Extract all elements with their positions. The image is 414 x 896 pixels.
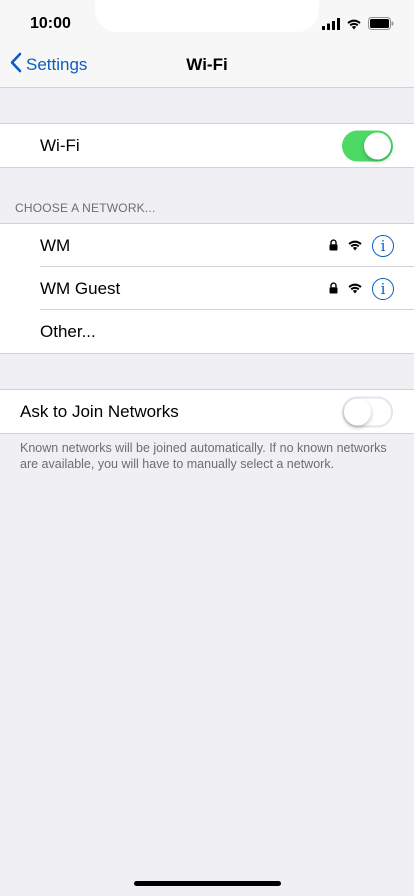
ask-to-join-toggle[interactable] — [342, 396, 393, 427]
networks-section-header: CHOOSE A NETWORK... — [15, 201, 156, 215]
notch — [95, 0, 319, 32]
status-icons — [322, 17, 394, 35]
ask-to-join-row: Ask to Join Networks — [0, 390, 414, 433]
toggle-knob — [364, 132, 391, 159]
lock-icon — [329, 279, 338, 299]
home-indicator[interactable] — [134, 881, 281, 886]
page-title: Wi-Fi — [186, 55, 228, 74]
lock-icon — [329, 236, 338, 256]
wifi-toggle-group: Wi-Fi — [0, 123, 414, 168]
info-icon[interactable]: i — [372, 277, 394, 300]
wifi-signal-icon — [347, 279, 363, 299]
header-area: 10:00 Settings Wi-Fi — [0, 0, 414, 88]
toggle-knob — [344, 398, 371, 425]
ask-to-join-footer: Known networks will be joined automatica… — [20, 441, 387, 471]
wifi-row: Wi-Fi — [0, 124, 414, 167]
wifi-signal-icon — [347, 236, 363, 256]
networks-group: WM i WM Guest i Other... — [0, 223, 414, 354]
network-name: WM Guest — [40, 278, 121, 298]
status-time: 10:00 — [30, 15, 71, 32]
network-row-other[interactable]: Other... — [0, 310, 414, 353]
wifi-toggle[interactable] — [342, 130, 393, 161]
ask-to-join-label: Ask to Join Networks — [20, 401, 179, 421]
network-icons: i — [329, 234, 394, 257]
cellular-signal-icon — [322, 17, 340, 35]
wifi-label: Wi-Fi — [40, 135, 80, 155]
battery-icon — [368, 17, 394, 35]
info-icon[interactable]: i — [372, 234, 394, 257]
network-name: WM — [40, 235, 71, 255]
network-row-wm[interactable]: WM i — [0, 224, 414, 267]
network-icons: i — [329, 277, 394, 300]
phone-screen: 10:00 Settings Wi-Fi Wi-Fi CHOOSE A NETW… — [0, 0, 414, 896]
other-network-label: Other... — [40, 321, 96, 341]
ask-to-join-group: Ask to Join Networks — [0, 389, 414, 434]
network-row-wm-guest[interactable]: WM Guest i — [0, 267, 414, 310]
wifi-status-icon — [346, 17, 362, 35]
